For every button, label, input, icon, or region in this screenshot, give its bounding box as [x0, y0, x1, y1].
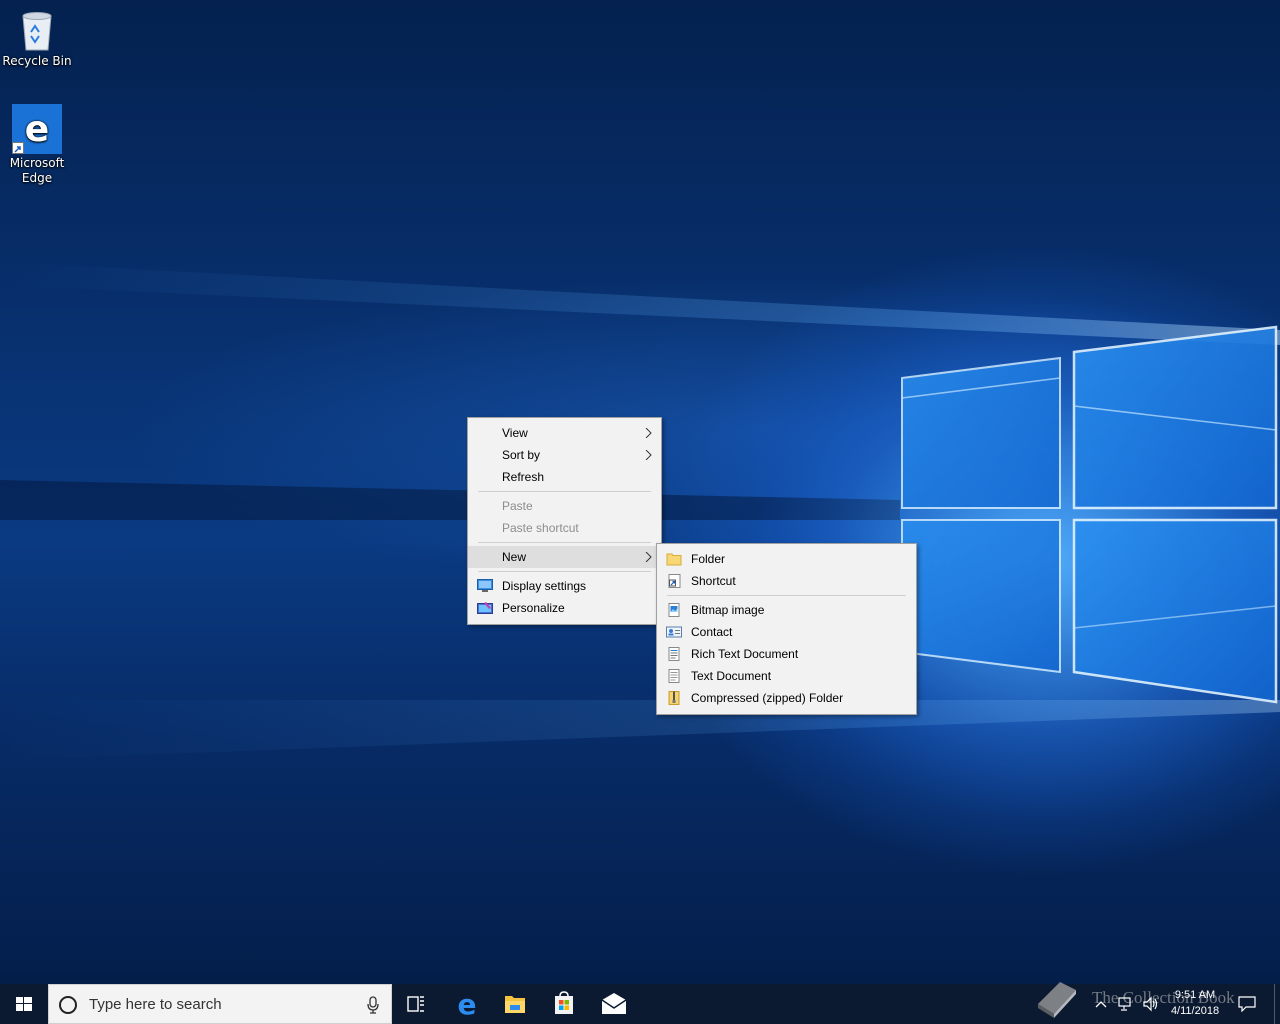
menu-separator: [478, 571, 651, 572]
file-explorer-icon: [505, 996, 525, 1013]
shortcut-icon: [668, 574, 681, 588]
text-document-icon: [668, 669, 680, 683]
volume-icon[interactable]: [1142, 996, 1160, 1012]
desktop-icon-microsoft-edge[interactable]: e Microsoft Edge: [0, 104, 74, 186]
taskbar-store-button[interactable]: [540, 984, 588, 1024]
submenu-item-compressed-zipped-folder[interactable]: Compressed (zipped) Folder: [657, 687, 916, 709]
menu-item-label: Paste shortcut: [502, 521, 579, 535]
search-placeholder: Type here to search: [89, 996, 222, 1013]
menu-item-label: Sort by: [502, 448, 541, 462]
clock-date: 4/11/2018: [1170, 1005, 1220, 1017]
task-view-icon: [407, 996, 424, 1012]
submenu-item-folder[interactable]: Folder: [657, 548, 916, 570]
clock-time: 9:51 AM: [1174, 989, 1216, 1001]
desktop-icon-label-line2: Edge: [21, 171, 53, 185]
menu-item-label: Bitmap image: [691, 603, 765, 617]
chevron-right-icon: [645, 450, 652, 460]
menu-separator: [478, 542, 651, 543]
edge-icon: e: [12, 104, 62, 154]
chevron-right-icon: [645, 428, 652, 438]
desktop-icon-label-line1: Microsoft: [9, 156, 65, 170]
menu-separator: [478, 491, 651, 492]
taskbar-edge-button[interactable]: e: [443, 984, 491, 1024]
shortcut-arrow-icon: [12, 142, 24, 154]
menu-item-label: Text Document: [691, 669, 772, 683]
submenu-item-text-document[interactable]: Text Document: [657, 665, 916, 687]
show-desktop-button[interactable]: [1274, 984, 1280, 1024]
submenu-item-rich-text-document[interactable]: Rich Text Document: [657, 643, 916, 665]
menu-separator: [667, 595, 906, 596]
menu-item-label: Folder: [691, 552, 726, 566]
recycle-bin-icon: [22, 12, 52, 51]
taskbar-file-explorer-button[interactable]: [491, 984, 539, 1024]
svg-text:e: e: [458, 988, 477, 1021]
edge-icon: e: [458, 988, 477, 1021]
microphone-icon[interactable]: [367, 996, 379, 1014]
rich-text-document-icon: [668, 647, 680, 661]
menu-item-refresh[interactable]: Refresh: [468, 466, 661, 488]
desktop[interactable]: Recycle Bin e Microsoft Edge View Sort b…: [0, 0, 1280, 984]
windows-start-icon: [16, 997, 32, 1011]
show-hidden-icons-icon[interactable]: [1094, 998, 1108, 1010]
menu-item-label: Refresh: [502, 470, 545, 484]
desktop-icon-recycle-bin[interactable]: Recycle Bin: [0, 6, 74, 69]
submenu-item-shortcut[interactable]: Shortcut: [657, 570, 916, 592]
display-settings-icon: [477, 579, 493, 592]
taskbar-clock[interactable]: 9:51 AM 4/11/2018: [1160, 987, 1230, 1019]
menu-item-label: Personalize: [502, 601, 565, 615]
watermark-book-icon: [1038, 982, 1076, 1018]
action-center-icon[interactable]: [1238, 996, 1256, 1012]
new-submenu: Folder Shortcut Bitmap image Contact Ric…: [656, 543, 917, 715]
menu-item-sort-by[interactable]: Sort by: [468, 444, 661, 466]
chevron-right-icon: [645, 552, 652, 562]
contact-icon: [666, 626, 682, 638]
menu-item-paste-shortcut: Paste shortcut: [468, 517, 661, 539]
cortana-icon: [59, 996, 77, 1014]
menu-item-label: New: [502, 550, 527, 564]
svg-text:e: e: [25, 109, 49, 150]
task-view-button[interactable]: [392, 984, 440, 1024]
bitmap-image-icon: [668, 603, 680, 617]
zipped-folder-icon: [668, 691, 680, 705]
menu-item-label: Rich Text Document: [691, 647, 799, 661]
menu-item-new[interactable]: New: [468, 546, 661, 568]
menu-item-paste: Paste: [468, 495, 661, 517]
folder-icon: [666, 553, 682, 566]
menu-item-view[interactable]: View: [468, 422, 661, 444]
submenu-item-bitmap-image[interactable]: Bitmap image: [657, 599, 916, 621]
taskbar-search-box[interactable]: Type here to search: [48, 984, 392, 1024]
desktop-context-menu: View Sort by Refresh Paste Paste shortcu…: [467, 417, 662, 625]
mail-icon: [601, 993, 627, 1014]
desktop-icon-label: Recycle Bin: [2, 54, 72, 68]
menu-item-label: Compressed (zipped) Folder: [691, 691, 844, 705]
menu-item-label: Paste: [502, 499, 533, 513]
menu-item-display-settings[interactable]: Display settings: [468, 575, 661, 597]
menu-item-label: View: [502, 426, 528, 440]
menu-item-label: Contact: [691, 625, 733, 639]
menu-item-label: Shortcut: [691, 574, 736, 588]
network-icon[interactable]: [1118, 996, 1136, 1012]
menu-item-personalize[interactable]: Personalize: [468, 597, 661, 619]
start-button[interactable]: [0, 984, 48, 1024]
submenu-item-contact[interactable]: Contact: [657, 621, 916, 643]
taskbar-mail-button[interactable]: [590, 984, 638, 1024]
store-icon: [555, 991, 573, 1014]
menu-item-label: Display settings: [502, 579, 587, 593]
personalize-icon: [477, 602, 493, 614]
taskbar: Type here to search e The Collection Boo…: [0, 982, 1280, 1024]
